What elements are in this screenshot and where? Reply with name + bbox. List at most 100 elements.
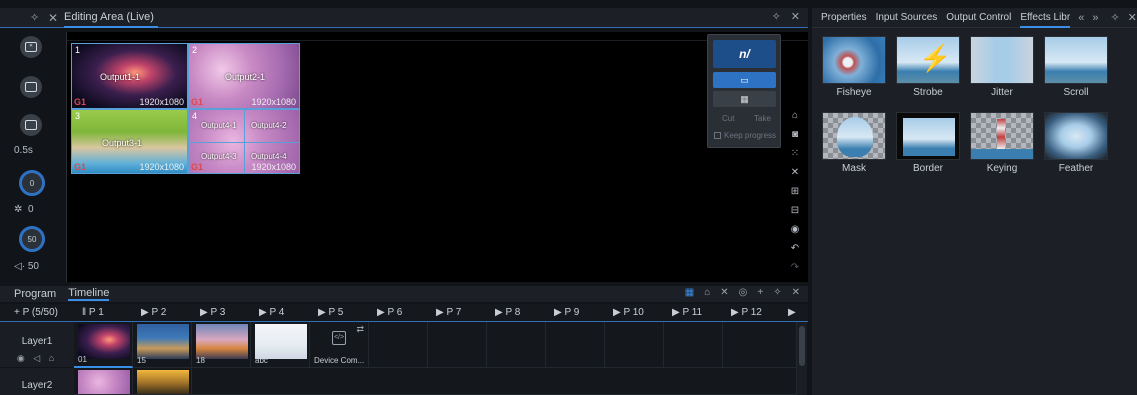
keep-progress-checkbox[interactable]: Keep progress [714,131,776,140]
effect-label: Keying [986,163,1018,174]
target-icon[interactable]: ◎ [739,287,748,298]
page-tab-9[interactable]: ▶ P 9 [546,307,605,318]
transition-time[interactable]: 0.5s [14,145,33,156]
scatter-icon[interactable]: ✕ [720,287,728,298]
eye-icon[interactable]: ◉ [17,353,28,363]
volume-icon[interactable]: ◁ [33,353,43,363]
lock-icon[interactable]: ⌂ [49,353,57,363]
effect-fisheye[interactable]: Fisheye [822,36,886,98]
page-tab-11[interactable]: ▶ P 11 [664,307,723,318]
camera-icon[interactable]: ◙ [787,129,803,140]
pin-icon[interactable]: ✧ [30,11,44,24]
program-cell[interactable] [605,322,664,368]
ftb-button[interactable] [20,114,42,136]
program-cell[interactable] [192,368,797,395]
layer-header: Layer2 [0,368,74,395]
program-cell[interactable]: 15 [133,322,192,368]
eye-icon[interactable]: ◉ [787,224,803,235]
volume-knob[interactable]: 50 [19,226,45,252]
output-window-1[interactable]: 1 Output1-1 1920x1080 G1 [71,43,188,109]
tab-properties[interactable]: Properties [821,8,867,28]
program-cell[interactable] [133,368,192,395]
add-page-button[interactable]: + P (5/50) [0,307,74,318]
lock-icon[interactable]: ⌂ [704,287,710,298]
pin-icon[interactable]: ✧ [1110,11,1119,24]
program-cell[interactable] [664,322,723,368]
brightness-label: ✲ 0 [14,204,34,215]
output-window-3[interactable]: 3 Output3-1 1920x1080 G1 [71,109,188,174]
editing-area-title[interactable]: Editing Area (Live) [64,8,158,28]
effect-jitter[interactable]: Jitter [970,36,1034,98]
pin-icon[interactable]: ✧ [772,10,781,23]
cell-caption: abc [255,356,268,365]
vertical-scrollbar[interactable] [797,322,807,395]
page-tab-12[interactable]: ▶ P 12 [723,307,782,318]
layout-icon[interactable]: ▦ [685,287,694,298]
program-cell[interactable] [546,322,605,368]
output-window-4[interactable]: 4 Output4-1 Output4-2 Output4-3 Output4-… [188,109,300,174]
editing-canvas[interactable]: 1 Output1-1 1920x1080 G1 2 Output2-1 192… [66,32,809,282]
add-window-icon[interactable]: ⊞ [787,186,803,197]
page-tab-4[interactable]: ▶ P 4 [251,307,310,318]
close-icon[interactable]: ✕ [792,287,800,298]
pin-icon[interactable]: ✧ [773,287,781,298]
page-tab-2[interactable]: ▶ P 2 [133,307,192,318]
layer-name: Layer2 [21,380,53,391]
clear-button[interactable]: ✕ [20,36,42,58]
test-button[interactable] [20,76,42,98]
program-cell[interactable] [487,322,546,368]
program-cell[interactable] [74,368,133,395]
tab-program[interactable]: Program [14,288,56,300]
page-label: P 2 [151,307,167,318]
effect-feather[interactable]: Feather [1044,112,1108,174]
tab-timeline[interactable]: Timeline [68,287,110,301]
page-tab-10[interactable]: ▶ P 10 [605,307,664,318]
more-pages-icon[interactable]: ▶ [782,307,796,318]
add-icon[interactable]: + [757,287,763,298]
output-name: Output4-1 [201,121,237,130]
page-label: P 7 [446,307,462,318]
output-group: G1 [191,162,204,172]
scatter-icon[interactable]: ✕ [787,167,803,178]
fit-icon[interactable]: ⁙ [787,148,803,159]
program-cell[interactable] [723,322,797,368]
effect-mask[interactable]: Mask [822,112,886,174]
cut-button[interactable]: Cut [722,114,734,123]
volume-icon: ◁· [14,261,26,272]
scroll-right-icon[interactable]: » [1092,12,1098,24]
program-cell[interactable]: abc [251,322,310,368]
program-cell[interactable]: </> ⇄ Device Com... [310,322,369,368]
page-tab-8[interactable]: ▶ P 8 [487,307,546,318]
effect-keying[interactable]: Keying [970,112,1034,174]
program-cell[interactable] [428,322,487,368]
redo-icon[interactable]: ↷ [787,262,803,273]
tab-effects-library[interactable]: Effects Libr [1020,8,1071,28]
page-tab-7[interactable]: ▶ P 7 [428,307,487,318]
lock-icon[interactable]: ⌂ [787,110,803,121]
page-tab-1[interactable]: ‖ P 1 [74,307,133,318]
page-tab-6[interactable]: ▶ P 6 [369,307,428,318]
undo-icon[interactable]: ↶ [787,243,803,254]
effect-strobe[interactable]: ⚡ Strobe [896,36,960,98]
layout-mode-button[interactable]: ▦ [713,91,776,107]
scroll-left-icon[interactable]: « [1078,12,1084,24]
take-button[interactable]: Take [754,114,771,123]
effect-border[interactable]: Border [896,112,960,174]
tab-input-sources[interactable]: Input Sources [876,8,938,28]
brightness-knob[interactable]: 0 [19,170,45,196]
effect-scroll[interactable]: Scroll [1044,36,1108,98]
close-icon[interactable]: ✕ [1128,11,1137,24]
tab-output-control[interactable]: Output Control [946,8,1011,28]
scrollbar-thumb[interactable] [799,326,805,366]
close-icon[interactable]: ✕ [48,11,62,25]
program-cell[interactable]: 01 [74,322,133,368]
screen-mode-button[interactable]: ▭ [713,72,776,88]
remove-window-icon[interactable]: ⊟ [787,205,803,216]
output-resolution: 1920x1080 [139,97,184,107]
output-window-2[interactable]: 2 Output2-1 1920x1080 G1 [188,43,300,109]
program-cell[interactable] [369,322,428,368]
page-tab-3[interactable]: ▶ P 3 [192,307,251,318]
close-icon[interactable]: ✕ [791,10,800,23]
page-tab-5[interactable]: ▶ P 5 [310,307,369,318]
program-cell[interactable]: 18 [192,322,251,368]
